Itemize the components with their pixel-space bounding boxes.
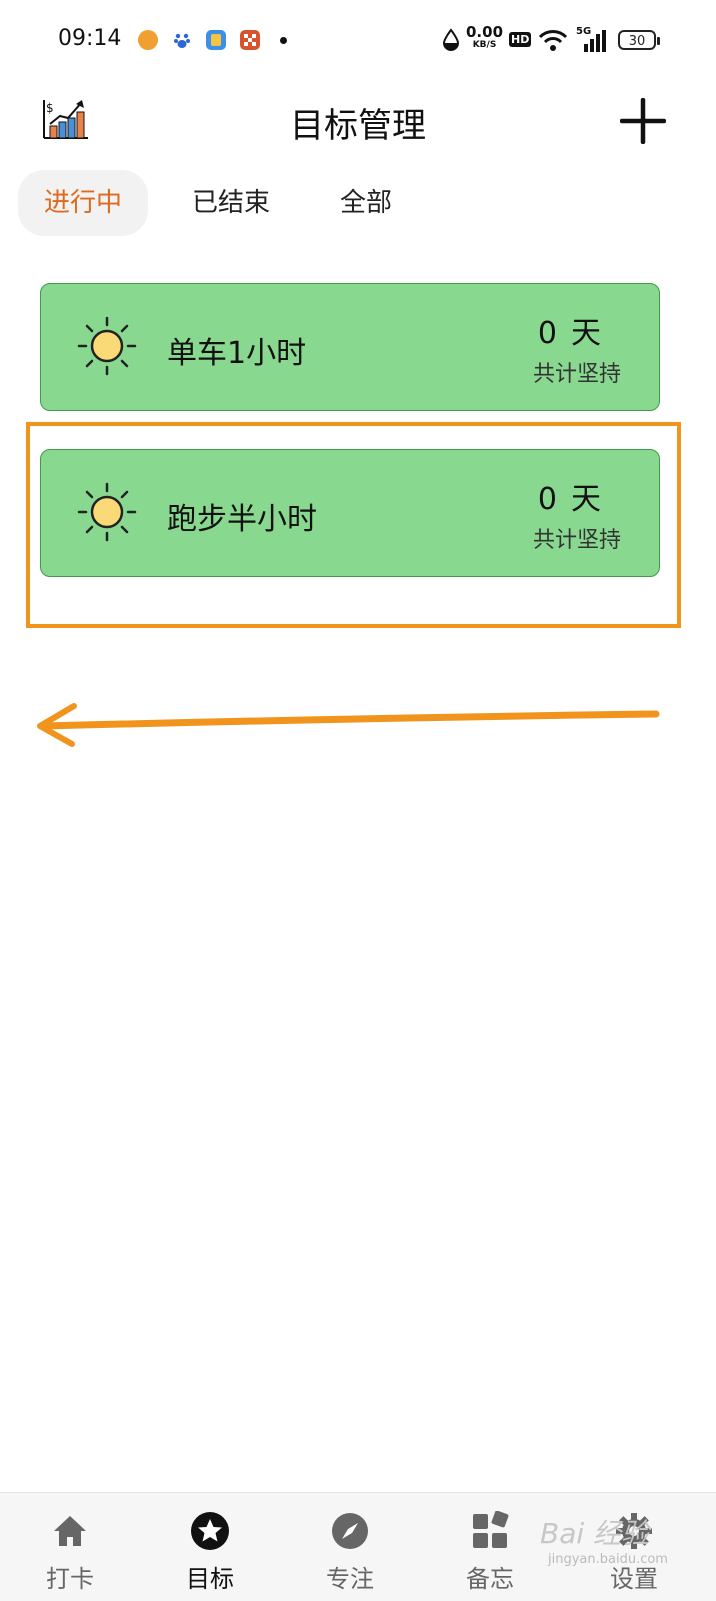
goal-card[interactable]: 单车1小时 0天 共计坚持 (40, 283, 660, 411)
tab-ended[interactable]: 已结束 (192, 170, 270, 236)
tab-all[interactable]: 全部 (340, 170, 392, 236)
home-icon (54, 1516, 86, 1546)
swipe-left-arrow-icon (37, 703, 660, 747)
drop-icon (442, 28, 460, 51)
plus-icon[interactable] (620, 98, 666, 144)
goal-days-unit: 天 (571, 316, 601, 351)
notif-baidu-icon (172, 30, 192, 50)
compass-icon (332, 1513, 368, 1549)
notif-app-4-icon (240, 30, 260, 50)
net-speed: 0.00 KB/S (466, 25, 503, 52)
sun-icon (77, 316, 137, 376)
annotation-highlight-box (26, 422, 681, 628)
nav-item-goals[interactable]: 目标 (160, 1493, 260, 1601)
page-title: 目标管理 (290, 106, 426, 146)
status-bar: 09:14 0.00 KB/S HD 5G 30 (0, 0, 716, 80)
wifi-icon (538, 30, 568, 51)
nav-label: 专注 (326, 1565, 374, 1593)
notif-app-3-icon (206, 30, 226, 50)
nav-item-memo[interactable]: 备忘 (440, 1493, 540, 1601)
hd-badge: HD (509, 32, 532, 47)
signal-icon (584, 30, 606, 52)
watermark-url: jingyan.baidu.com (548, 1552, 668, 1567)
goal-caption: 共计坚持 (532, 362, 621, 387)
app-header: $ 目标管理 (0, 80, 716, 160)
notif-app-1-icon (138, 30, 158, 50)
grid-icon (473, 1511, 509, 1548)
tab-in-progress[interactable]: 进行中 (18, 170, 149, 236)
more-notifications-dot (280, 37, 287, 44)
goal-days: 0天 (538, 308, 601, 352)
goal-days-value: 0 (537, 316, 557, 351)
star-icon (191, 1512, 229, 1550)
battery-icon: 30 (618, 30, 660, 50)
nav-label: 备忘 (466, 1565, 514, 1593)
watermark-logo: Bai 经验 (540, 1517, 650, 1550)
nav-item-focus[interactable]: 专注 (300, 1493, 400, 1601)
nav-label: 打卡 (46, 1565, 94, 1593)
status-time: 09:14 (58, 26, 122, 51)
nav-label: 目标 (186, 1565, 234, 1593)
goal-name: 单车1小时 (167, 336, 307, 371)
nav-item-checkin[interactable]: 打卡 (20, 1493, 120, 1601)
